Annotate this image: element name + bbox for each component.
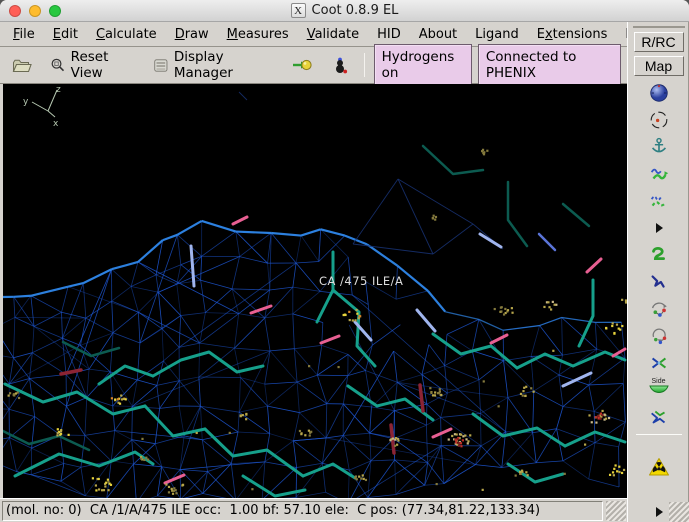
menu-measures[interactable]: Measures — [218, 24, 298, 45]
refine-zone-icon — [650, 168, 668, 179]
axis-x-label: x — [53, 119, 59, 129]
go-to-ligand-icon — [335, 57, 347, 73]
rotamer-icon — [650, 274, 665, 288]
menu-draw[interactable]: Draw — [166, 24, 218, 45]
sidebar-icon-column: Side — [628, 80, 689, 522]
zoom-button[interactable] — [49, 4, 61, 17]
display-manager-button[interactable]: Display Manager — [147, 45, 278, 85]
menu-hid[interactable]: HID — [368, 24, 410, 45]
map-button[interactable]: Map — [633, 56, 684, 76]
axis-z-label: z — [56, 85, 61, 95]
expander-triangle-icon — [655, 222, 663, 233]
real-space-refine-button[interactable] — [640, 161, 678, 186]
expander-triangle-icon — [655, 506, 663, 517]
titlebar[interactable]: X Coot 0.8.9 EL — [0, 0, 689, 22]
menu-ligand[interactable]: Ligand — [466, 24, 528, 45]
sphere-icon — [649, 83, 668, 102]
jed-flip-icon — [650, 410, 665, 423]
window-title: Coot 0.8.9 EL — [311, 3, 399, 18]
menu-validate[interactable]: Validate — [298, 24, 368, 45]
torsion-general-button[interactable] — [640, 323, 678, 348]
sidebar-resize-grip[interactable] — [669, 502, 689, 522]
torsion-general-icon — [652, 328, 666, 344]
gl-canvas-area: y z x CA /475 ILE/A — [0, 84, 627, 498]
flip-peptide-icon — [651, 357, 666, 368]
sidebar-separator — [635, 434, 682, 435]
axis-indicator: y z x — [23, 85, 61, 129]
side-chain-flip-button[interactable]: Side — [640, 377, 678, 402]
expander-button-upper[interactable] — [640, 215, 678, 240]
display-manager-icon — [154, 58, 168, 72]
anchor-button[interactable] — [640, 134, 678, 159]
go-to-atom-icon — [292, 59, 312, 71]
phenix-connection-button[interactable]: Connected to PHENIX — [477, 44, 622, 86]
auto-fit-rotamer-icon — [651, 246, 665, 260]
axis-y-label: y — [23, 97, 29, 107]
menu-about[interactable]: About — [410, 24, 466, 45]
go-to-atom-button[interactable] — [285, 52, 319, 78]
caution-button[interactable] — [640, 454, 678, 479]
side-chain-flip-icon — [648, 385, 669, 393]
menu-extensions[interactable]: Extensions — [528, 24, 617, 45]
status-text: (mol. no: 0) CA /1/A/475 ILE occ: 1.00 b… — [2, 500, 603, 521]
recentre-view-button[interactable] — [640, 107, 678, 132]
folder-icon — [12, 59, 32, 72]
reset-view-button[interactable]: Reset View — [44, 45, 141, 85]
menu-edit[interactable]: Edit — [44, 24, 87, 45]
toolbar: Reset View Display Manager Hydrogens on … — [0, 44, 627, 86]
magnifier-icon — [51, 58, 65, 72]
jed-flip-button[interactable] — [640, 404, 678, 429]
molecular-viewport[interactable]: y z x CA /475 ILE/A — [3, 84, 627, 498]
picked-atom-label: CA /475 ILE/A — [319, 274, 403, 288]
hydrogens-toggle-button[interactable]: Hydrogens on — [373, 44, 472, 86]
sidebar-drag-grip[interactable] — [632, 26, 685, 28]
flip-peptide-button[interactable] — [640, 350, 678, 375]
menu-calculate[interactable]: Calculate — [87, 24, 166, 45]
open-coordinates-button[interactable] — [6, 53, 38, 78]
minimize-button[interactable] — [29, 4, 41, 17]
model-fit-refine-sidebar: R/RC Map Side — [627, 22, 689, 522]
x11-icon: X — [290, 3, 306, 18]
radiation-warning-icon — [648, 457, 669, 475]
rrc-button[interactable]: R/RC — [633, 32, 684, 52]
recentre-icon — [650, 111, 667, 128]
coot-window: X Coot 0.8.9 EL File Edit Calculate Draw… — [0, 0, 689, 522]
resize-grip[interactable] — [606, 501, 626, 521]
reset-view-label: Reset View — [70, 49, 109, 81]
go-to-ligand-button[interactable] — [325, 52, 355, 79]
auto-fit-rotamer-button[interactable] — [640, 242, 678, 267]
regularize-zone-button[interactable] — [640, 188, 678, 213]
toolbar-separator — [363, 53, 365, 77]
scene-graphics — [3, 91, 627, 498]
menu-file[interactable]: File — [4, 24, 44, 45]
edit-chi-icon — [651, 302, 667, 317]
rotamers-button[interactable] — [640, 269, 678, 294]
statusbar: (mol. no: 0) CA /1/A/475 ILE occ: 1.00 b… — [0, 498, 627, 522]
close-button[interactable] — [9, 4, 21, 17]
edit-chi-angles-button[interactable] — [640, 296, 678, 321]
refine-sphere-button[interactable] — [640, 80, 678, 105]
display-manager-label: Display Manager — [173, 49, 233, 81]
side-flip-label: Side — [651, 378, 666, 385]
regularize-icon — [650, 195, 666, 206]
anchor-icon — [651, 137, 666, 152]
